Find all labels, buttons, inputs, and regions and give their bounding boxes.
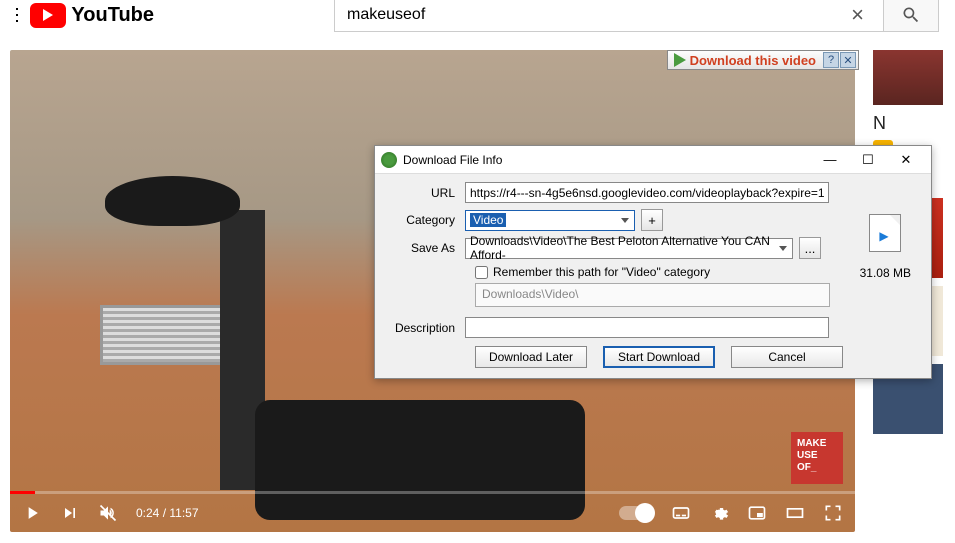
channel-watermark[interactable]: MAKE USE OF_: [791, 432, 843, 484]
search-input[interactable]: [334, 0, 884, 32]
search-container: ×: [334, 0, 939, 32]
theater-icon[interactable]: [785, 503, 805, 523]
search-icon: [901, 5, 921, 25]
download-dialog: Download File Info — ☐ ✕ URL Category Vi…: [374, 145, 932, 379]
close-button[interactable]: ✕: [887, 148, 925, 172]
header: YouTube ×: [0, 0, 955, 30]
remember-path-label: Remember this path for "Video" category: [493, 265, 710, 279]
start-download-button[interactable]: Start Download: [603, 346, 715, 368]
dialog-body: URL Category Video + Save As Downloads\V…: [375, 174, 931, 376]
dialog-title: Download File Info: [403, 153, 502, 167]
maximize-button[interactable]: ☐: [849, 148, 887, 172]
download-play-icon: [674, 53, 686, 67]
play-icon[interactable]: [22, 503, 42, 523]
cancel-button[interactable]: Cancel: [731, 346, 843, 368]
hamburger-menu-icon[interactable]: [16, 4, 18, 26]
file-size: 31.08 MB: [860, 266, 911, 280]
autoplay-toggle[interactable]: [619, 506, 653, 520]
url-input[interactable]: [465, 182, 829, 203]
close-overlay-icon[interactable]: ✕: [840, 52, 856, 68]
dialog-titlebar[interactable]: Download File Info — ☐ ✕: [375, 146, 931, 174]
add-category-button[interactable]: +: [641, 209, 663, 231]
video-bg-vent: [100, 305, 230, 365]
miniplayer-icon[interactable]: [747, 503, 767, 523]
next-icon[interactable]: [60, 503, 80, 523]
idm-download-overlay[interactable]: Download this video ? ✕: [667, 50, 859, 70]
minimize-button[interactable]: —: [811, 148, 849, 172]
youtube-play-icon: [30, 3, 66, 28]
clear-icon[interactable]: ×: [851, 2, 864, 28]
category-select[interactable]: Video: [465, 210, 635, 231]
file-type-icon: [869, 214, 901, 252]
help-icon[interactable]: ?: [823, 52, 839, 68]
player-controls: 0:24 / 11:57: [10, 494, 855, 532]
captions-icon[interactable]: [671, 503, 691, 523]
download-later-button[interactable]: Download Later: [475, 346, 587, 368]
remember-path-checkbox[interactable]: [475, 266, 488, 279]
search-button[interactable]: [884, 0, 939, 32]
settings-icon[interactable]: [709, 503, 729, 523]
browse-button[interactable]: ...: [799, 237, 821, 259]
path-display: Downloads\Video\: [475, 283, 830, 307]
description-input[interactable]: [465, 317, 829, 338]
description-label: Description: [389, 321, 465, 335]
saveas-select[interactable]: Downloads\Video\The Best Peloton Alterna…: [465, 238, 793, 259]
fullscreen-icon[interactable]: [823, 503, 843, 523]
saveas-value: Downloads\Video\The Best Peloton Alterna…: [470, 234, 788, 262]
url-label: URL: [389, 186, 465, 200]
idm-icon: [381, 152, 397, 168]
saveas-label: Save As: [389, 241, 465, 255]
download-overlay-text: Download this video: [690, 53, 822, 68]
category-value: Video: [470, 213, 506, 227]
related-thumb[interactable]: [873, 50, 943, 105]
video-bg-seat: [105, 176, 240, 226]
logo-text: YouTube: [71, 4, 154, 27]
time-display: 0:24 / 11:57: [136, 506, 199, 520]
sidebar-text: N: [873, 113, 948, 134]
mute-icon[interactable]: [98, 503, 118, 523]
category-label: Category: [389, 213, 465, 227]
youtube-logo[interactable]: YouTube: [30, 3, 154, 28]
file-info: 31.08 MB: [860, 214, 911, 280]
